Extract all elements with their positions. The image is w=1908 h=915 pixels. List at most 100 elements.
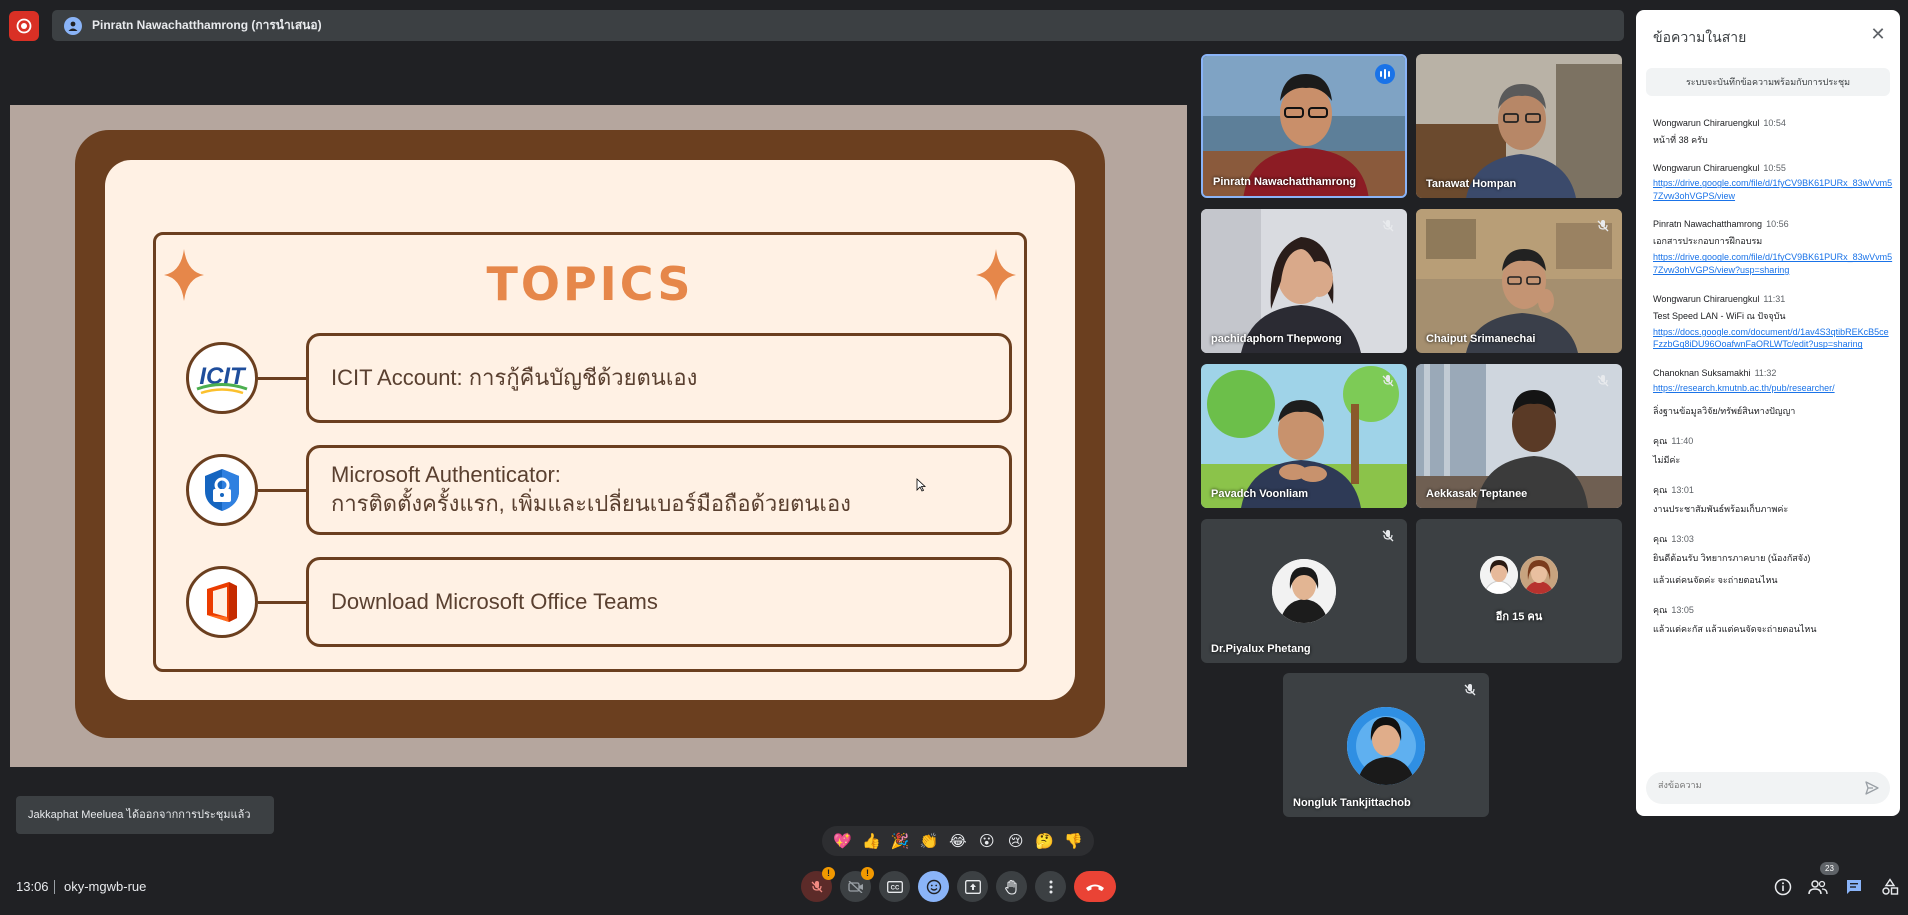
- participant-tile[interactable]: Pavadch Voonliam: [1201, 364, 1407, 508]
- meet-window: Pinratn Nawachatthamrong (การนำเสนอ) TOP…: [0, 0, 1908, 915]
- message-time: 13:01: [1671, 484, 1694, 495]
- camera-warning-badge: !: [861, 867, 874, 880]
- more-options-button[interactable]: [1035, 871, 1066, 902]
- participant-tile[interactable]: Nongluk Tankjittachob: [1283, 673, 1489, 817]
- info-icon: [1774, 878, 1792, 896]
- message-header: Wongwarun Chiraruengkul 10:54: [1653, 118, 1893, 128]
- chat-message: Chanoknan Suksamakhi 11:32 https://resear…: [1653, 368, 1893, 417]
- message-text: ไม่มีค่ะ: [1653, 454, 1681, 465]
- participant-avatar: [1272, 559, 1336, 623]
- message-time: 11:31: [1763, 293, 1786, 304]
- slide-card: TOPICS ICIT ICIT Account: การกู้คืนบัญชี…: [105, 160, 1075, 700]
- others-count-label: อีก 15 คน: [1495, 611, 1543, 623]
- message-text: แล้วแต่คะกัส แล้วแต่คนจัดจะถ่ายตอนไหน: [1653, 624, 1817, 635]
- current-time: 13:06: [16, 879, 49, 894]
- message-time: 13:05: [1671, 605, 1694, 616]
- mic-off-icon: [1597, 220, 1609, 232]
- left-meeting-toast: Jakkaphat Meeluea ได้ออกจากการประชุมแล้ว: [16, 796, 274, 834]
- message-time: 10:56: [1766, 219, 1789, 230]
- topic-row: Microsoft Authenticator: การติดตั้งครั้ง…: [186, 445, 1016, 535]
- message-time: 11:40: [1671, 435, 1694, 446]
- message-header: คุณ 13:03: [1653, 532, 1893, 546]
- thumbs-up-reaction[interactable]: 👍: [859, 832, 883, 850]
- authenticator-mark: [205, 469, 239, 511]
- people-button[interactable]: [1807, 876, 1829, 898]
- close-icon[interactable]: ✕: [1868, 24, 1888, 44]
- microphone-button[interactable]: !: [801, 867, 835, 902]
- message-text: Test Speed LAN - WiFi ณ ปัจจุบัน: [1653, 310, 1786, 321]
- chat-messages: Wongwarun Chiraruengkul 10:54 หน้าที่ 38 …: [1653, 118, 1893, 652]
- present-screen-button[interactable]: [957, 871, 988, 902]
- topic-card: ICIT Account: การกู้คืนบัญชีด้วยตนเอง: [306, 333, 1012, 423]
- recording-indicator-button[interactable]: [9, 11, 39, 41]
- message-link[interactable]: https://docs.google.com/document/d/1av4S…: [1653, 326, 1893, 351]
- message-header: Pinratn Nawachatthamrong 10:56: [1653, 219, 1893, 229]
- avatar-photo: [1347, 707, 1425, 785]
- message-text: ลิ่งฐานข้อมูลวิจัย/ทรัพย์สินทางปัญญา: [1653, 405, 1796, 416]
- chat-message-input[interactable]: [1658, 780, 1848, 790]
- participant-tile[interactable]: pachidaphorn Thepwong: [1201, 209, 1407, 353]
- message-time: 10:54: [1763, 118, 1786, 128]
- message-link[interactable]: https://drive.google.com/file/d/1fyCV9BK…: [1653, 177, 1893, 202]
- sad-reaction[interactable]: 😢: [1004, 832, 1028, 850]
- message-sender: Chanoknan Suksamakhi: [1653, 367, 1751, 378]
- party-popper-reaction[interactable]: 🎉: [888, 832, 912, 850]
- send-icon[interactable]: [1864, 780, 1880, 796]
- message-link[interactable]: https://drive.google.com/file/d/1fyCV9BK…: [1653, 251, 1893, 276]
- leave-call-button[interactable]: [1074, 871, 1116, 902]
- presenter-title: Pinratn Nawachatthamrong (การนำเสนอ): [92, 18, 322, 32]
- video-feed: [1201, 209, 1407, 353]
- camera-button[interactable]: !: [840, 867, 874, 902]
- people-count-badge: 23: [1820, 862, 1839, 875]
- slide-content-box: TOPICS ICIT ICIT Account: การกู้คืนบัญชี…: [153, 232, 1027, 672]
- topic-row: Download Microsoft Office Teams: [186, 557, 1016, 647]
- participant-tile[interactable]: Aekkasak Teptanee: [1416, 364, 1622, 508]
- activities-button[interactable]: [1879, 876, 1901, 898]
- participant-tile[interactable]: Tanawat Hompan: [1416, 54, 1622, 198]
- authenticator-icon: [186, 454, 258, 526]
- message-link[interactable]: https://research.kmutnb.ac.th/pub/resear…: [1653, 382, 1893, 395]
- participant-tile[interactable]: Pinratn Nawachatthamrong: [1201, 54, 1407, 198]
- avatar-photo: [1520, 556, 1558, 594]
- presenter-avatar: [64, 16, 82, 35]
- message-sender: คุณ: [1653, 435, 1668, 446]
- thumbs-down-reaction[interactable]: 👎: [1061, 832, 1085, 850]
- thinking-reaction[interactable]: 🤔: [1033, 832, 1057, 850]
- topic-text: การติดตั้งครั้งแรก, เพิ่มและเปลี่ยนเบอร์…: [331, 491, 851, 516]
- avatar-photo: [1480, 556, 1518, 594]
- video-feed: [1416, 54, 1622, 198]
- participant-name: Aekkasak Teptanee: [1426, 488, 1528, 500]
- office-mark: [207, 582, 237, 622]
- topic-text: Download Microsoft Office Teams: [331, 588, 658, 614]
- raise-hand-button[interactable]: [996, 871, 1027, 902]
- laughing-reaction[interactable]: 😂: [946, 832, 970, 850]
- message-time: 13:03: [1671, 534, 1694, 544]
- mic-off-icon: [1382, 220, 1394, 232]
- others-tile[interactable]: อีก 15 คน: [1416, 519, 1622, 663]
- more-vert-icon: [1049, 880, 1052, 893]
- captions-button[interactable]: CC: [879, 871, 910, 902]
- clapping-reaction[interactable]: 👏: [917, 832, 941, 850]
- message-sender: คุณ: [1653, 605, 1668, 616]
- person-icon: [68, 21, 78, 31]
- participant-avatar: [1480, 556, 1518, 594]
- chat-message: คุณ 13:01 งานประชาสัมพันธ์พร้อมเก็บภาพค่ะ: [1653, 483, 1893, 515]
- participant-name: Pinratn Nawachatthamrong: [1213, 176, 1357, 188]
- participant-tile[interactable]: Dr.Piyalux Phetang: [1201, 519, 1407, 663]
- connector-line: [258, 377, 306, 380]
- participant-avatar: [1347, 707, 1425, 785]
- avatar-photo: [1272, 559, 1336, 623]
- emoji-reactions-button[interactable]: [918, 871, 949, 902]
- presenter-bar[interactable]: Pinratn Nawachatthamrong (การนำเสนอ): [52, 10, 1624, 41]
- message-sender: Wongwarun Chiraruengkul: [1653, 163, 1760, 174]
- meeting-details-button[interactable]: [1772, 876, 1794, 898]
- message-header: คุณ 13:05: [1653, 603, 1893, 617]
- participant-tile[interactable]: Chaiput Srimanechai: [1416, 209, 1622, 353]
- video-feed: [1416, 364, 1622, 508]
- sparkling-heart-reaction[interactable]: 💖: [830, 832, 854, 850]
- chat-icon: [1847, 880, 1861, 894]
- mic-off-icon: [811, 880, 822, 892]
- chat-button[interactable]: [1843, 876, 1865, 898]
- surprised-reaction[interactable]: 😮: [975, 832, 999, 850]
- hand-icon: [1004, 879, 1017, 895]
